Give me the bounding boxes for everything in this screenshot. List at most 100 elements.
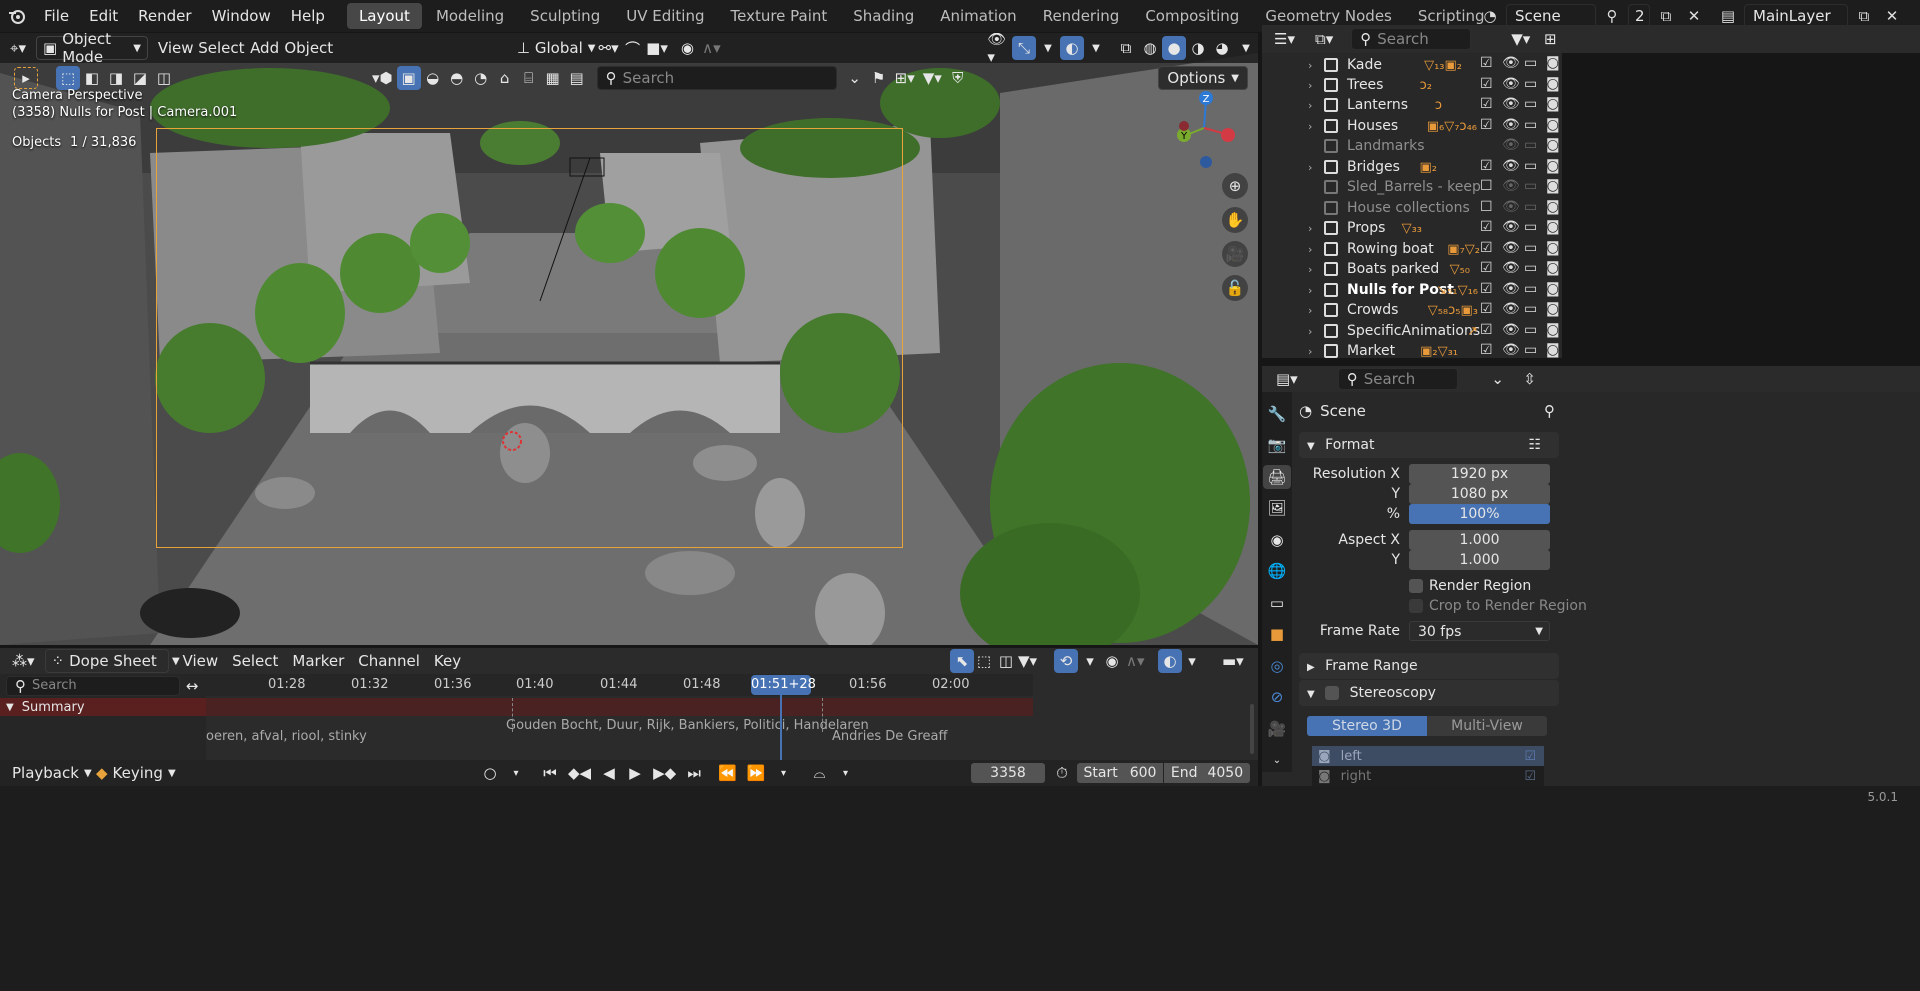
eye-icon[interactable]: 👁 [1502, 301, 1524, 318]
eye-icon[interactable]: 👁 [1502, 158, 1524, 175]
dopesheet-editor-type-icon[interactable]: ⁂▾ [8, 649, 39, 673]
current-frame-field[interactable]: 3358 [971, 763, 1045, 783]
stereoscopy-checkbox[interactable] [1325, 686, 1340, 700]
summary-track[interactable] [206, 698, 1033, 716]
snap-target-icon[interactable]: ■▾ [645, 36, 670, 60]
eye-icon[interactable]: 👁 [1502, 219, 1524, 236]
properties-options-icon[interactable]: ⌄ [1486, 367, 1510, 391]
dopesheet-menu-view[interactable]: View [179, 649, 223, 673]
eye-icon[interactable]: 👁 [1502, 322, 1524, 339]
shield-icon[interactable]: ⛨ [946, 66, 970, 90]
checkbox-icon[interactable]: ☑ [1480, 219, 1502, 236]
monitor-icon[interactable]: ▭ [1524, 158, 1546, 175]
jump-start-icon[interactable]: ⏮ [538, 761, 562, 785]
monitor-icon[interactable]: ▭ [1524, 76, 1546, 93]
expand-arrow-icon[interactable]: › [1308, 59, 1312, 72]
camera-icon[interactable]: ◙ [1546, 342, 1568, 359]
camera-icon[interactable]: ◙ [1546, 281, 1568, 298]
eye-icon[interactable]: 👁 [1502, 342, 1524, 359]
outliner-search-input[interactable]: ⚲ Search [1351, 28, 1472, 50]
camera-icon[interactable]: ◙ [1546, 137, 1568, 154]
keying-dropdown[interactable]: ◆ Keying ▼ [92, 761, 180, 785]
eye-icon[interactable]: 👁 [1502, 260, 1524, 277]
shading-dropdown-icon[interactable]: ▼ [1234, 36, 1258, 60]
eye-icon[interactable]: 👁 [1502, 137, 1524, 154]
play-icon[interactable]: ▶ [623, 761, 647, 785]
dopesheet-scrollbar[interactable] [1250, 704, 1254, 754]
time-ruler[interactable]: 01:28 01:32 01:36 01:40 01:44 01:48 01:5… [206, 674, 1033, 696]
menu-add[interactable]: Add [249, 36, 280, 60]
pivot-point-icon[interactable]: ⚯▾ [597, 36, 621, 60]
sort-icon[interactable]: ⊞▾ [891, 66, 919, 90]
dopesheet-search-input[interactable]: ⚲ Search [6, 676, 180, 696]
select-box-tool-icon[interactable]: ▸ [14, 67, 38, 89]
viewport-search-input[interactable]: ⚲ Search [596, 66, 837, 90]
tab-sculpting[interactable]: Sculpting [518, 3, 612, 29]
tab-physics-icon[interactable]: ◎ [1265, 654, 1289, 678]
checkbox-icon[interactable]: ☑ [1480, 158, 1502, 175]
tab-data-icon[interactable]: 🎥 [1264, 717, 1291, 741]
camera-icon[interactable]: ◙ [1546, 199, 1568, 216]
record-dropdown-icon[interactable]: ▾ [504, 761, 528, 785]
tab-constraints-icon[interactable]: ⊘ [1265, 686, 1289, 710]
only-selected-icon[interactable]: ⬉ [950, 649, 974, 673]
checkbox-icon[interactable]: ☑ [1480, 76, 1502, 93]
checkbox-icon[interactable]: ☑ [1480, 301, 1502, 318]
camera-icon[interactable]: ◙ [1546, 96, 1568, 113]
expand-arrow-icon[interactable]: › [1308, 304, 1312, 317]
eye-icon[interactable]: 👁 [1502, 55, 1524, 72]
navigation-gizmo[interactable]: Z Y [1166, 88, 1242, 168]
next-keyframe-icon[interactable]: ▶◆ [649, 761, 680, 785]
camera-icon[interactable]: ◙ [1546, 219, 1568, 236]
tab-rendering[interactable]: Rendering [1031, 3, 1132, 29]
resolution-x-field[interactable]: 1920 px [1409, 464, 1550, 484]
next-marker-icon[interactable]: ⏩ [743, 761, 770, 785]
auto-snap-icon[interactable]: ⟲ [1054, 649, 1078, 673]
properties-search-input[interactable]: ⚲ Search [1337, 368, 1458, 390]
tab-object-icon[interactable]: ■ [1265, 623, 1289, 647]
overlays-dropdown-icon[interactable]: ▼ [1084, 36, 1108, 60]
expand-arrow-icon[interactable]: › [1308, 161, 1312, 174]
pin-icon[interactable]: ⚲ [1544, 402, 1555, 420]
tab-modeling[interactable]: Modeling [424, 3, 516, 29]
menu-render[interactable]: Render [128, 0, 201, 32]
expand-arrow-icon[interactable]: › [1308, 222, 1312, 235]
select-invert-icon[interactable]: ◪ [128, 66, 152, 90]
object-mode-dropdown[interactable]: ▣ Object Mode ▼ [36, 33, 148, 66]
menu-window[interactable]: Window [202, 0, 281, 32]
zoom-icon[interactable]: ⊕ [1222, 173, 1248, 199]
tab-world-icon[interactable]: 🌐 [1264, 560, 1291, 584]
camera-icon[interactable]: ◙ [1546, 240, 1568, 257]
overlay-toggle-icon[interactable]: ◐ [1158, 649, 1182, 673]
eye-icon[interactable]: 👁 [1502, 117, 1524, 134]
resolution-pct-field[interactable]: 100% [1409, 504, 1550, 524]
multi-view-button[interactable]: Multi-View [1427, 716, 1547, 736]
select-intersect-icon[interactable]: ◫ [152, 66, 176, 90]
filter-armature-icon[interactable]: ⌸ [517, 66, 541, 90]
jump-end-icon[interactable]: ⏭ [682, 761, 706, 785]
dopesheet-menu-marker[interactable]: Marker [288, 649, 348, 673]
filter-curve-icon[interactable]: ◒ [421, 66, 445, 90]
monitor-icon[interactable]: ▭ [1524, 301, 1546, 318]
checkbox-icon[interactable]: ☑ [1524, 769, 1536, 784]
expand-arrow-icon[interactable]: › [1308, 79, 1312, 92]
funnel-icon[interactable]: ▼▾ [919, 66, 946, 90]
playback-dropdown[interactable]: Playback ▼ [8, 761, 96, 785]
camera-view-icon[interactable]: 🎥 [1222, 241, 1248, 267]
end-frame-field[interactable]: End 4050 [1164, 763, 1250, 783]
tab-texture-paint[interactable]: Texture Paint [718, 3, 839, 29]
tab-animation[interactable]: Animation [928, 3, 1028, 29]
monitor-icon[interactable]: ▭ [1524, 117, 1546, 134]
menu-select[interactable]: Select [198, 36, 244, 60]
expand-arrow-icon[interactable]: › [1308, 325, 1312, 338]
gizmo-dropdown-icon[interactable]: ▼ [1036, 36, 1060, 60]
snap-dropdown-icon[interactable]: ▾ [1078, 649, 1102, 673]
camera-icon[interactable]: ◙ [1546, 260, 1568, 277]
monitor-icon[interactable]: ▭ [1524, 178, 1546, 195]
aspect-y-field[interactable]: 1.000 [1409, 550, 1550, 570]
filter-meta-icon[interactable]: ◔ [469, 66, 493, 90]
pan-hand-icon[interactable]: ✋ [1222, 207, 1248, 233]
monitor-icon[interactable]: ▭ [1524, 199, 1546, 216]
material-shading-icon[interactable]: ◑ [1186, 36, 1210, 60]
properties-editor-type-icon[interactable]: ▤▾ [1272, 367, 1302, 391]
